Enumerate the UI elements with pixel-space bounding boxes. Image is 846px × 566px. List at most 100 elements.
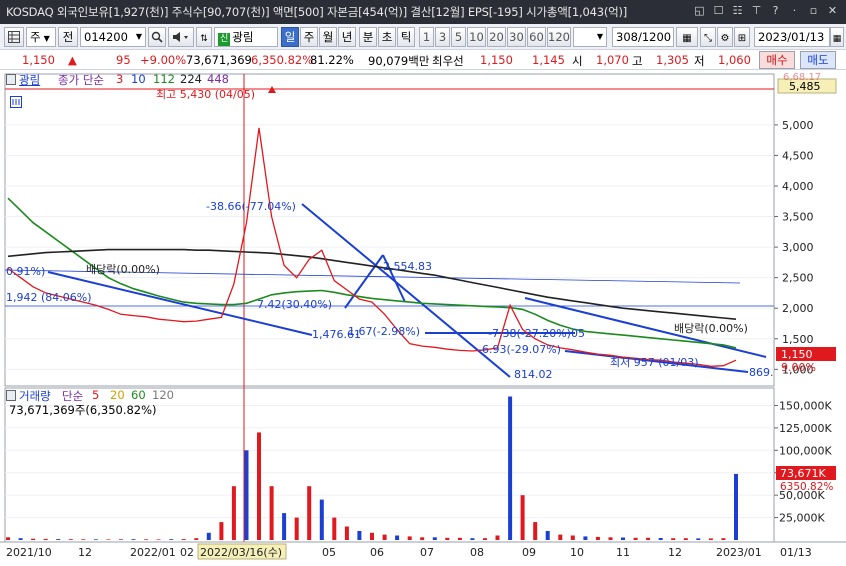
volume-bar xyxy=(244,450,249,540)
speaker-icon[interactable] xyxy=(168,27,194,47)
volume-bar xyxy=(144,539,149,540)
volume-bar xyxy=(68,539,73,540)
close-icon[interactable]: ✕ xyxy=(825,3,840,19)
price-tick-label: 4,000 xyxy=(782,180,814,193)
volume-bar xyxy=(370,532,374,540)
trade-amount: 90,079백만 xyxy=(368,54,430,68)
volume-bar xyxy=(608,537,613,540)
interval-3[interactable]: 3 xyxy=(435,27,450,47)
period-tick[interactable]: 틱 xyxy=(397,27,415,47)
x-axis-label: 09 xyxy=(522,546,536,559)
draw-icon[interactable]: ⤡ xyxy=(700,27,716,47)
ma-legend-224[interactable]: 224 xyxy=(180,72,202,86)
volume-bar xyxy=(219,522,224,540)
x-axis-label: 11 xyxy=(616,546,630,559)
volume-bar xyxy=(708,538,713,540)
interval-60[interactable]: 60 xyxy=(527,27,546,47)
volume-tick-label: 125,000K xyxy=(779,422,832,435)
volume-axis: 150,000K125,000K100,000K75,000K50,000K25… xyxy=(774,399,832,525)
volume-bar xyxy=(344,526,349,540)
quote-bar: 1,150 ▲ 95 +9.00% 73,671,369 6,350.82% 8… xyxy=(0,50,846,70)
period-year[interactable]: 년 xyxy=(338,27,356,47)
high-price: 1,305 xyxy=(656,53,689,67)
interval-30[interactable]: 30 xyxy=(507,27,526,47)
price-legend: 광림 종가 단순 3 10 112 224 448 xyxy=(6,72,306,88)
volume-bar xyxy=(520,495,525,540)
volume-bar xyxy=(734,473,738,540)
period-week[interactable]: 주 xyxy=(300,27,318,47)
pin-icon[interactable]: ⊤ xyxy=(749,3,764,19)
panel-toggle-icon[interactable] xyxy=(6,74,16,85)
period-minute[interactable]: 분 xyxy=(359,27,377,47)
volume-bar xyxy=(56,539,61,540)
volume-bar xyxy=(93,539,98,540)
stock-legend-name[interactable]: 광림 xyxy=(19,72,40,88)
copy-window-icon[interactable]: ☐ xyxy=(711,3,726,19)
layout-icon[interactable]: ☷ xyxy=(730,3,745,19)
x-axis-label: 12 xyxy=(78,546,92,559)
high-label: 고 xyxy=(632,54,643,68)
x-axis-label: 2021/10 xyxy=(6,546,52,559)
all-button[interactable]: 전 xyxy=(58,27,78,47)
interval-120[interactable]: 120 xyxy=(547,27,571,47)
volume-ma-120[interactable]: 120 xyxy=(152,388,174,402)
grid-icon[interactable] xyxy=(4,27,24,47)
interval-1[interactable]: 1 xyxy=(419,27,434,47)
price-scale-icon[interactable] xyxy=(10,96,22,111)
calendar-icon[interactable]: ▦ xyxy=(830,27,844,47)
volume-bar xyxy=(282,513,287,540)
price-change: 95 xyxy=(116,53,131,67)
chart-settings-icon[interactable]: ▦ xyxy=(676,27,698,47)
sort-icon[interactable]: ⇅ xyxy=(196,27,212,47)
volume-ma-5[interactable]: 5 xyxy=(92,388,99,402)
search-icon[interactable] xyxy=(148,27,166,47)
volume-ma-60[interactable]: 60 xyxy=(131,388,146,402)
volume-bar xyxy=(420,537,425,540)
ma-legend-label[interactable]: 종가 단순 xyxy=(58,72,104,88)
ma-legend-112[interactable]: 112 xyxy=(153,72,175,86)
interval-10[interactable]: 10 xyxy=(467,27,486,47)
volume-ma-20[interactable]: 20 xyxy=(110,388,125,402)
volume-bar xyxy=(181,539,186,540)
volume-bar xyxy=(508,396,513,540)
period-second[interactable]: 초 xyxy=(378,27,396,47)
volume-bar xyxy=(194,538,199,540)
volume-panel-toggle-icon[interactable] xyxy=(6,390,16,401)
current-price: 1,150 xyxy=(22,53,55,67)
ma-legend-448[interactable]: 448 xyxy=(207,72,229,86)
ma-legend-3[interactable]: 3 xyxy=(116,72,123,86)
sell-button[interactable]: 매도 xyxy=(800,51,836,69)
indicator-icon[interactable]: ⚙ xyxy=(717,27,733,47)
volume-bar xyxy=(646,537,651,540)
volume-bar xyxy=(621,537,625,540)
help-icon[interactable]: ? xyxy=(768,3,783,19)
interval-input[interactable]: ▼ xyxy=(573,27,607,47)
period-month[interactable]: 월 xyxy=(319,27,337,47)
ma-legend-10[interactable]: 10 xyxy=(131,72,146,86)
volume-bar xyxy=(31,538,36,540)
restore-icon[interactable]: ◱ xyxy=(692,3,707,19)
top-price-faded: 6,68.17 xyxy=(783,72,821,83)
period-day[interactable]: 일 xyxy=(281,27,299,47)
buy-button[interactable]: 매수 xyxy=(759,51,795,69)
market-select[interactable]: 주 ▼ xyxy=(26,27,56,47)
separator-icon: · xyxy=(792,4,797,17)
date-input[interactable]: 2023/01/13 xyxy=(754,27,830,47)
x-axis: 2021/10 12 2022/01 02 2022/03/16(수) 05 06 07 08 0… xyxy=(6,543,812,560)
price-tick-label: 3,000 xyxy=(782,241,814,254)
volume-bar xyxy=(231,486,236,540)
dividend-annotation-1: 배당락(0.00%) xyxy=(86,263,160,276)
window-controls: ◱ ☐ ☷ ⊤ ? · ▫ ✕ xyxy=(692,3,840,19)
interval-5[interactable]: 5 xyxy=(451,27,466,47)
best-price-label: 최우선 xyxy=(432,54,464,68)
x-axis-label: 07 xyxy=(420,546,434,559)
interval-20[interactable]: 20 xyxy=(487,27,506,47)
minimize-icon[interactable]: ▫ xyxy=(806,3,821,19)
x-axis-label: 05 xyxy=(322,546,336,559)
crosshair-icon[interactable]: ⊞ xyxy=(734,27,750,47)
stock-chart[interactable]: 5,000 4,500 4,000 3,500 3,000 2,500 2,000 1,500… xyxy=(0,70,846,566)
volume-bar xyxy=(432,537,437,540)
volume-bar xyxy=(457,537,462,540)
price-tick-label: 3,500 xyxy=(782,211,814,224)
stock-code-input[interactable]: 014200 ▼ xyxy=(80,27,146,47)
